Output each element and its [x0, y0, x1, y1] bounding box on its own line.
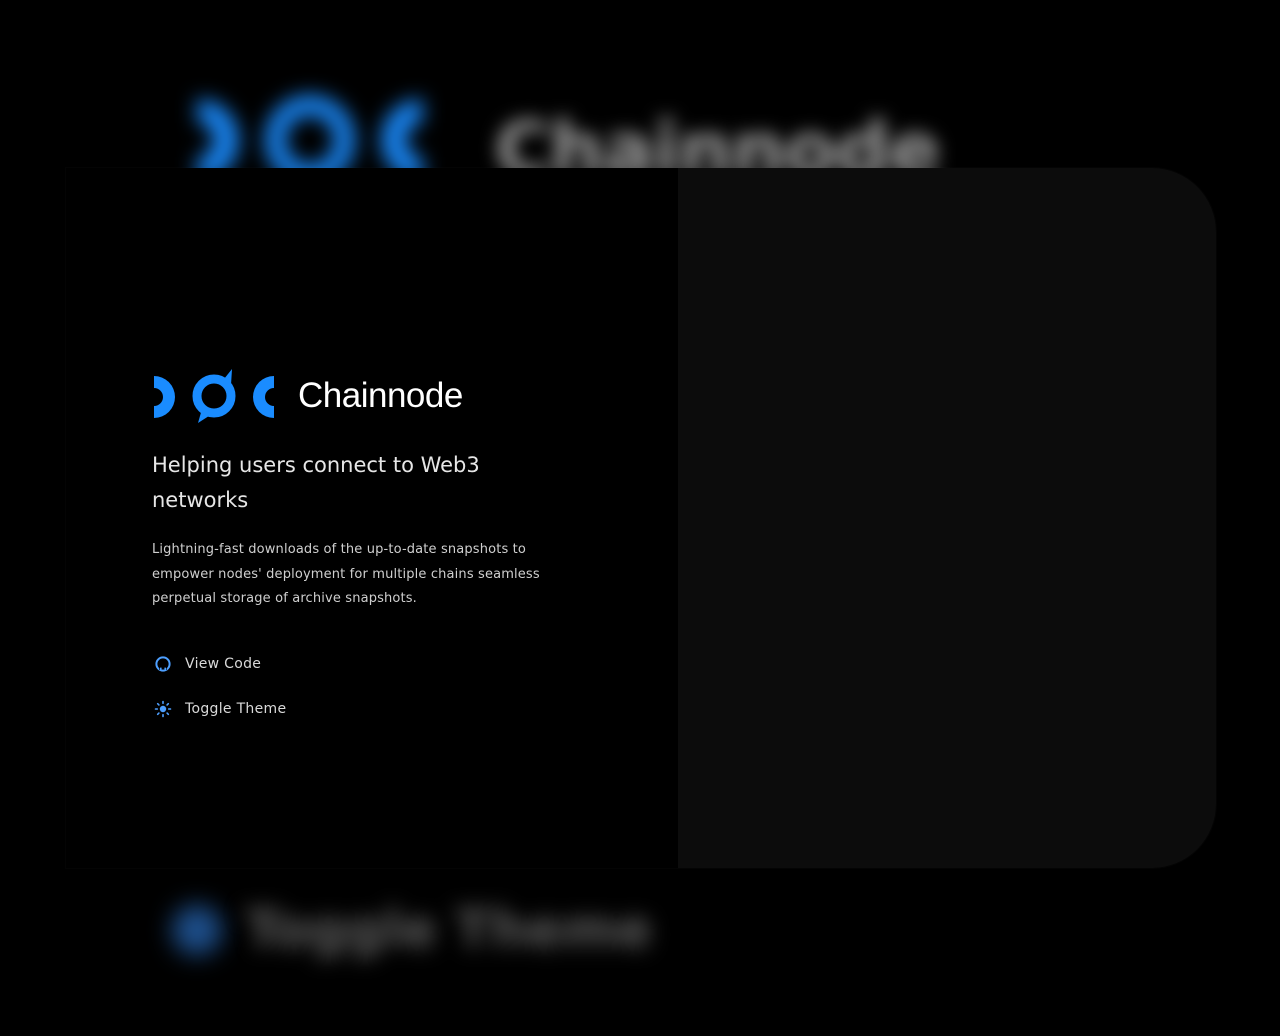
background-theme-label: Toggle Theme	[245, 900, 653, 960]
brand-name: Chainnode	[298, 376, 463, 415]
sun-icon	[152, 698, 174, 720]
screen: Chainnode Toggle Theme Chainnode Helping…	[0, 0, 1280, 1036]
chainnode-logo-icon	[154, 369, 274, 423]
brand-header: Chainnode	[152, 364, 572, 428]
info-content: Chainnode Helping users connect to Web3 …	[152, 364, 572, 742]
background-sun-icon	[172, 905, 222, 955]
action-list: View Code Toggle Theme	[152, 652, 572, 721]
main-card: Chainnode Helping users connect to Web3 …	[66, 168, 1216, 868]
toggle-theme-button[interactable]: Toggle Theme	[152, 697, 572, 721]
info-panel: Chainnode Helping users connect to Web3 …	[66, 168, 678, 868]
view-code-label: View Code	[185, 655, 262, 672]
toggle-theme-label: Toggle Theme	[185, 700, 287, 717]
tagline: Helping users connect to Web3 networks	[152, 453, 480, 512]
description: Lightning-fast downloads of the up-to-da…	[152, 542, 540, 606]
preview-panel	[678, 168, 1216, 868]
view-code-link[interactable]: View Code	[152, 652, 572, 676]
github-icon	[152, 653, 174, 675]
